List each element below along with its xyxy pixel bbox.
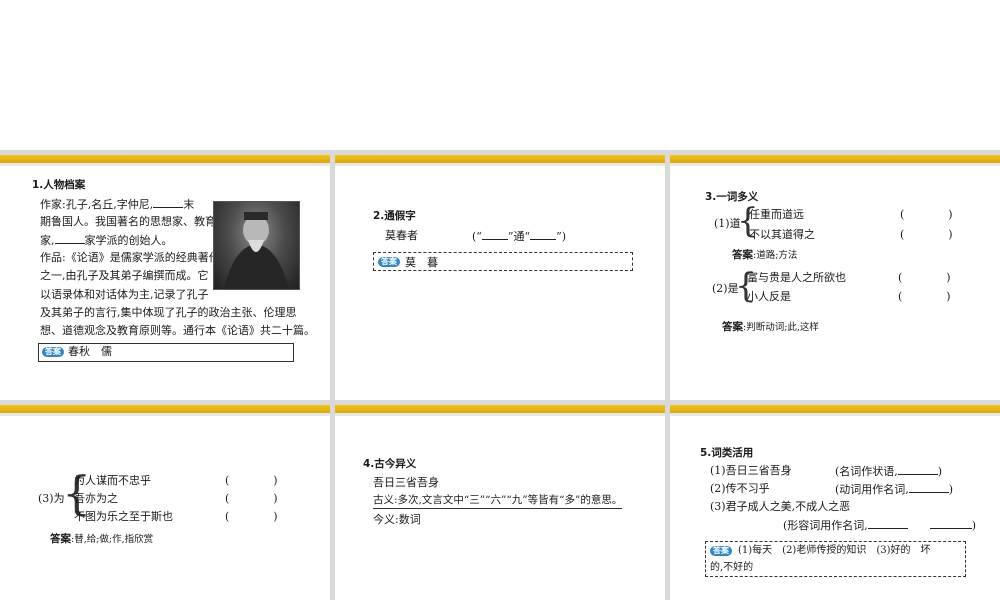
item-text: 为人谋而不忠乎 xyxy=(74,474,151,487)
slide-top-shadow xyxy=(670,163,1000,166)
slide-top-bar xyxy=(335,155,665,163)
slide-top-shadow xyxy=(335,163,665,166)
text-line: 以语录体和对话体为主,记录了孔子 xyxy=(40,288,209,301)
text-line: 及其弟子的言行,集中体现了孔子的政治主张、伦理思 xyxy=(40,306,297,319)
slide-top-bar xyxy=(670,405,1000,413)
slide-top-shadow xyxy=(0,413,330,416)
item-text: (2)传不习乎 xyxy=(710,482,770,495)
text-line: 家, 家学派的创始人。 xyxy=(40,234,173,247)
slide-top-shadow xyxy=(335,413,665,416)
answer-parenthesis: ( ) xyxy=(225,510,278,523)
section-title: 2.通假字 xyxy=(373,210,416,222)
modern-meaning-line: 今义:数词 xyxy=(373,513,421,526)
answer-parenthesis: ( ) xyxy=(900,228,953,241)
item-text: 任重而道远 xyxy=(749,208,804,221)
answer-line: 答案:道路;方法 xyxy=(732,249,798,261)
answer-line: 答案:判断动词;此,这样 xyxy=(722,321,819,333)
portrait-figure-icon xyxy=(224,212,289,289)
section-title: 1.人物档案 xyxy=(32,179,86,191)
item-text: 不以其道得之 xyxy=(749,228,815,241)
answer-parenthesis: ( ) xyxy=(225,474,278,487)
text-line: 吾日三省吾身 xyxy=(373,476,439,489)
answer-tag: 答案 xyxy=(378,257,400,267)
answer-parenthesis: ( ) xyxy=(898,271,951,284)
hint-text: (动词用作名词,) xyxy=(835,483,954,496)
group-label: (3)为 xyxy=(38,492,65,505)
answer-parenthesis: ( ) xyxy=(225,492,278,505)
item-text: (1)吾日三省吾身 xyxy=(710,464,792,477)
text-line: 期鲁国人。我国著名的思想家、教育 xyxy=(40,215,216,228)
hint-text: (形容词用作名词, ) xyxy=(783,519,977,532)
confucius-portrait-image xyxy=(213,201,300,290)
section-title: 4.古今异义 xyxy=(363,458,417,470)
answer-tag: 答案 xyxy=(710,546,732,556)
item-text: 富与贵是人之所欲也 xyxy=(747,271,846,284)
answer-parenthesis: ( ) xyxy=(900,208,953,221)
answer-text: 莫 暮 xyxy=(405,256,438,269)
text-line: 想、道德观念及教育原则等。通行本《论语》共二十篇。 xyxy=(40,324,315,337)
ancient-meaning-line: 古义:多次,文言文中“三”“六”“九”等皆有“多”的意思。 xyxy=(373,494,623,509)
slide-2-tongjiazi[interactable] xyxy=(335,155,665,400)
section-title: 5.词类活用 xyxy=(700,447,754,459)
text-line: 作家:孔子,名丘,字仲尼, 末 xyxy=(40,198,195,211)
hint-text: (名词作状语,) xyxy=(835,465,943,478)
slide-top-shadow xyxy=(0,163,330,166)
item-text: 吾亦为之 xyxy=(74,492,118,505)
word-text: 莫春者 xyxy=(385,229,418,242)
answer-text: (1)每天 (2)老师传授的知识 (3)好的 坏 xyxy=(738,545,931,556)
slide-top-bar xyxy=(0,405,330,413)
answer-text: 春秋 儒 xyxy=(68,345,112,358)
text-line: 作品:《论语》是儒家学派的经典著作 xyxy=(40,251,220,264)
answer-tag: 答案 xyxy=(42,347,64,357)
slide-top-bar xyxy=(670,155,1000,163)
item-text: (3)君子成人之美,不成人之恶 xyxy=(710,500,851,513)
text-line: 之一,由孔子及其弟子编撰而成。它 xyxy=(40,269,209,282)
answer-line: 答案:替,给;做;作,指欣赏 xyxy=(50,533,154,545)
slide-top-shadow xyxy=(670,413,1000,416)
slide-top-bar xyxy=(335,405,665,413)
answer-text: 的,不好的 xyxy=(710,562,754,573)
slide-top-bar xyxy=(0,155,330,163)
blank-hint: (“ ”通“”) xyxy=(472,230,567,243)
item-text: 不图为乐之至于斯也 xyxy=(74,510,173,523)
item-text: 小人反是 xyxy=(747,290,791,303)
answer-parenthesis: ( ) xyxy=(898,290,951,303)
